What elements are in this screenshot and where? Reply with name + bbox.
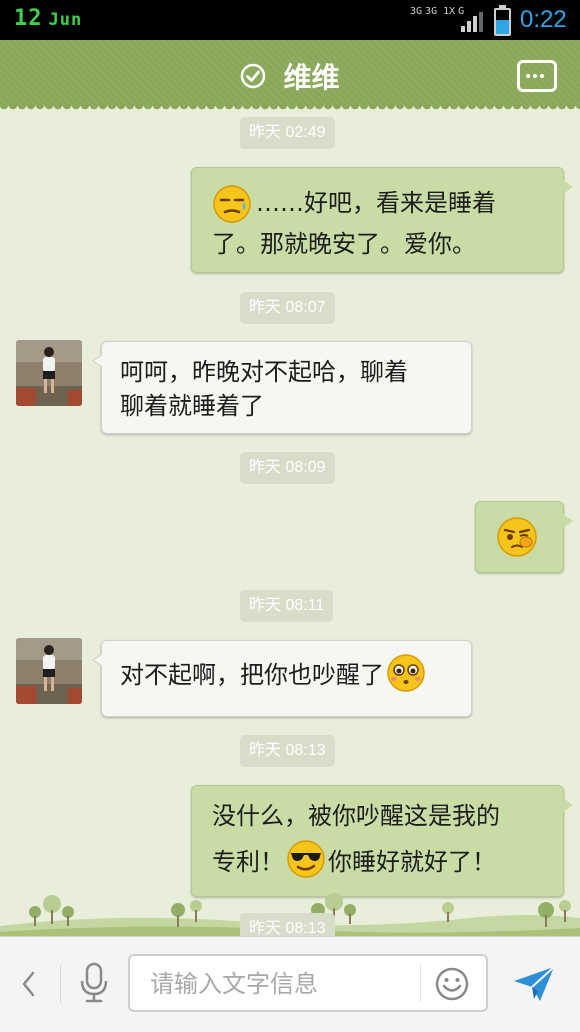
- message-text: 聊着就睡着了: [120, 392, 264, 420]
- battery-icon: [494, 5, 511, 36]
- status-time: 0:22: [520, 6, 567, 33]
- more-dots-icon[interactable]: [517, 60, 557, 92]
- network-indicators: 3G 3G 1X G: [410, 6, 467, 17]
- chevron-left-icon[interactable]: [18, 969, 38, 999]
- status-month: Jun: [48, 10, 83, 30]
- outgoing-message[interactable]: ……好吧，看来是睡着 了。那就晚安了。爱你。: [191, 167, 573, 273]
- message-text: ……好吧，看来是睡着: [256, 189, 496, 217]
- avatar[interactable]: [16, 340, 82, 406]
- status-day: 12: [14, 6, 43, 31]
- message-text: 你睡好就好了！: [328, 848, 496, 876]
- timestamp: 昨天 02:49: [240, 117, 335, 149]
- divider: [420, 964, 421, 1002]
- message-text: 对不起啊，把你也吵醒了: [120, 661, 384, 689]
- paper-plane-icon[interactable]: [512, 965, 556, 1003]
- outgoing-message[interactable]: [475, 501, 573, 573]
- timestamp: 昨天 08:13: [240, 735, 335, 767]
- status-bar: 12 Jun 3G 3G 1X G 0:22: [0, 0, 580, 40]
- message-input[interactable]: [148, 966, 422, 1002]
- network-3g: 3G: [410, 6, 423, 17]
- timestamp: 昨天 08:13: [240, 913, 335, 936]
- sweat-face-icon: [213, 185, 251, 223]
- incoming-message[interactable]: 对不起啊，把你也吵醒了: [92, 640, 472, 717]
- message-text: 专利！: [212, 848, 284, 876]
- sunglasses-face-icon: [287, 840, 325, 878]
- check-circle-icon: [241, 63, 266, 89]
- signal-icon: [461, 12, 485, 32]
- eye-rub-face-icon: [497, 517, 537, 557]
- message-text: 了。那就晚安了。爱你。: [212, 230, 476, 258]
- outgoing-message[interactable]: 没什么，被你吵醒这是我的 专利！ 你睡好就好了！: [191, 785, 573, 897]
- incoming-message[interactable]: 呵呵，昨晚对不起哈，聊着 聊着就睡着了: [92, 341, 472, 434]
- message-text: 没什么，被你吵醒这是我的: [212, 802, 500, 830]
- status-date: 12 Jun: [14, 6, 82, 31]
- message-text: 呵呵，昨晚对不起哈，聊着: [120, 358, 408, 386]
- microphone-icon[interactable]: [78, 961, 110, 1005]
- timestamp: 昨天 08:11: [240, 590, 334, 622]
- input-bar: [0, 936, 580, 1032]
- timestamp: 昨天 08:09: [240, 452, 335, 484]
- smiley-icon[interactable]: [434, 966, 470, 1002]
- chat-title: 维维: [283, 61, 340, 94]
- avatar-photo: [16, 638, 82, 704]
- network-3g-1x: 3G 1X: [425, 6, 456, 17]
- message-input-box[interactable]: [128, 954, 488, 1012]
- title-bar: 维维: [0, 40, 580, 112]
- avatar[interactable]: [16, 638, 82, 704]
- avatar-photo: [16, 340, 82, 406]
- timestamp: 昨天 08:07: [240, 292, 335, 324]
- divider: [60, 965, 61, 1003]
- teary-face-icon: [387, 654, 425, 692]
